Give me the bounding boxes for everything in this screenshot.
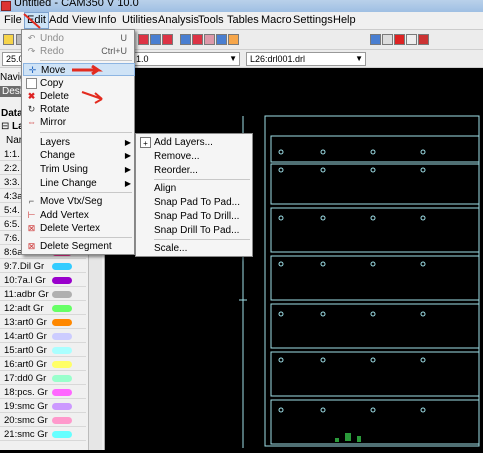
annotation-arrow-icon bbox=[23, 13, 41, 29]
annotation-overlay bbox=[23, 13, 103, 104]
annotation-arrow-icon bbox=[81, 91, 103, 104]
annotation-arrow-icon bbox=[72, 64, 103, 76]
